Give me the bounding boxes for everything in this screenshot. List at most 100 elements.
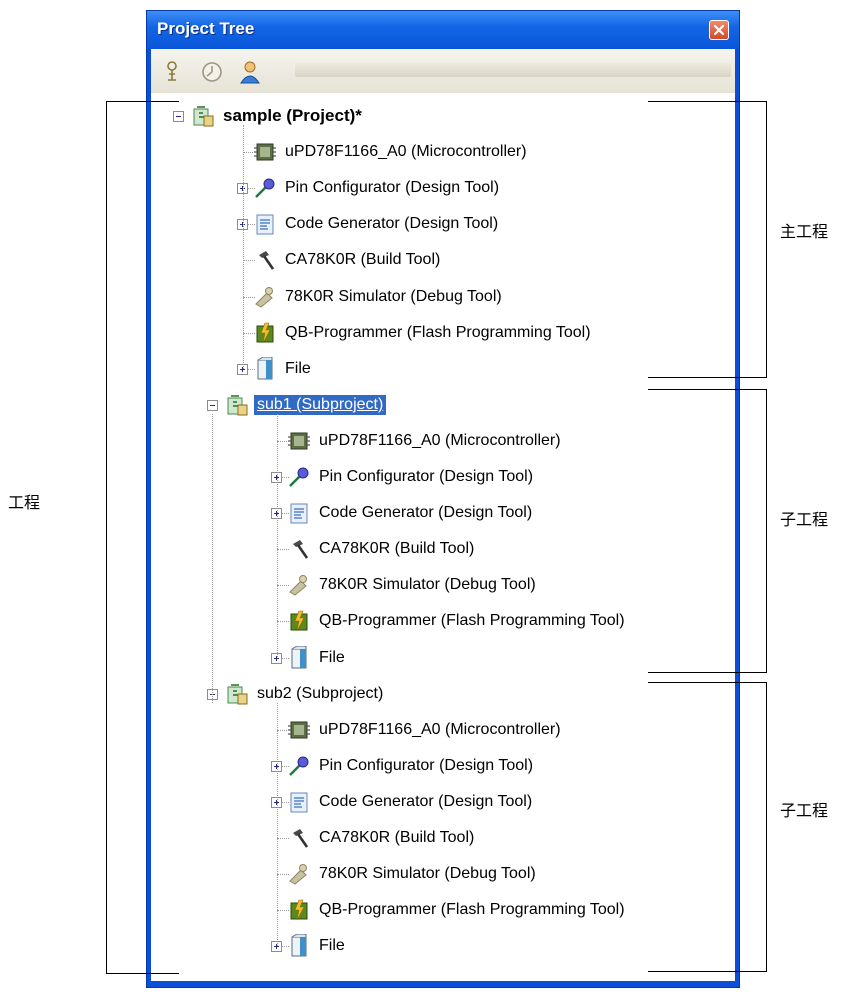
close-icon — [713, 24, 725, 36]
tree-connector — [243, 152, 255, 154]
tree-connector — [277, 729, 289, 731]
sub1-project-icon — [227, 394, 248, 416]
tree-node-label: Code Generator (Design Tool) — [319, 792, 533, 810]
code-icon — [256, 214, 274, 235]
tree-node-label: 78K0R Simulator (Debug Tool) — [319, 576, 536, 594]
tree-node-label: sub2 (Subproject) — [257, 684, 384, 702]
window-title: Project Tree — [157, 19, 255, 38]
main-project-chip-node[interactable]: uPD78F1166_A0 (Microcontroller) — [253, 137, 530, 167]
tree-node-label: QB-Programmer (Flash Programming Tool) — [319, 612, 625, 630]
sub2-code-node[interactable]: Code Generator (Design Tool) — [287, 787, 535, 817]
tree-node-sub2[interactable]: sub2 (Subproject) — [225, 679, 386, 709]
project-annotation: 工程 — [8, 493, 41, 512]
tree-connector — [243, 260, 255, 262]
sub2-pin-node[interactable]: Pin Configurator (Design Tool) — [287, 751, 536, 781]
toolbar — [151, 49, 735, 94]
tree-node-label: sample (Project)* — [223, 106, 362, 125]
toolbar-grip — [295, 63, 731, 77]
sub1-debug-node[interactable]: 78K0R Simulator (Debug Tool) — [287, 570, 539, 600]
tree-connector — [277, 702, 278, 947]
tree-node-label: File — [319, 648, 345, 666]
sub1-collapse-toggle[interactable] — [207, 399, 218, 411]
debug-icon — [255, 286, 273, 308]
tree-node-label: CA78K0R (Build Tool) — [285, 251, 441, 269]
sub1-file-node[interactable]: File — [287, 643, 348, 673]
tree-node-label: Pin Configurator (Design Tool) — [319, 468, 534, 485]
code-icon — [290, 792, 308, 813]
flash-icon — [290, 899, 308, 921]
hammer-icon — [293, 540, 309, 559]
chip-icon — [288, 432, 310, 450]
subproject-1-bracket — [648, 389, 767, 673]
sub1-pin-node[interactable]: Pin Configurator (Design Tool) — [287, 462, 536, 492]
tree-node-label: File — [285, 359, 311, 377]
tree-connector — [243, 332, 255, 334]
tree-connector — [243, 125, 244, 369]
tree-connector — [277, 910, 289, 912]
clock-icon[interactable] — [199, 59, 225, 85]
file-icon — [291, 934, 307, 957]
debug-icon — [289, 864, 307, 885]
tree-node-label: QB-Programmer (Flash Programming Tool) — [319, 901, 625, 919]
tree-node-label: CA78K0R (Build Tool) — [319, 540, 475, 558]
pin-icon — [289, 756, 309, 776]
sub2-file-node[interactable]: File — [287, 931, 348, 961]
close-button[interactable] — [709, 20, 729, 40]
main-project-bracket — [648, 101, 767, 378]
title-bar: Project Tree — [147, 11, 739, 49]
sub2-project-icon — [227, 683, 248, 705]
pin-icon — [289, 467, 309, 487]
tree-connector — [212, 413, 213, 703]
tree-node-label: uPD78F1166_A0 (Microcontroller) — [285, 143, 527, 161]
tree-connector — [277, 838, 289, 839]
subproject-2-bracket — [648, 682, 767, 972]
tree-connector — [277, 549, 289, 551]
tree-node-label: Code Generator (Design Tool) — [319, 504, 533, 522]
main-project-flash-node[interactable]: QB-Programmer (Flash Programming Tool) — [253, 318, 594, 348]
hammer-icon — [259, 251, 275, 271]
tree-node-main-project[interactable]: sample (Project)* — [191, 101, 365, 131]
tree-node-label: Pin Configurator (Design Tool) — [285, 179, 500, 197]
tree-node-label: 78K0R Simulator (Debug Tool) — [319, 865, 536, 883]
tree-connector — [243, 296, 255, 298]
tree-node-label: 78K0R Simulator (Debug Tool) — [285, 287, 502, 305]
debug-icon — [289, 575, 307, 596]
main-project-code-node[interactable]: Code Generator (Design Tool) — [253, 209, 501, 239]
code-icon — [290, 503, 308, 524]
sub1-hammer-node[interactable]: CA78K0R (Build Tool) — [287, 534, 477, 564]
main-project-pin-node[interactable]: Pin Configurator (Design Tool) — [253, 173, 502, 203]
sub2-debug-node[interactable]: 78K0R Simulator (Debug Tool) — [287, 859, 539, 889]
sub2-hammer-node[interactable]: CA78K0R (Build Tool) — [287, 823, 477, 853]
main-project-debug-node[interactable]: 78K0R Simulator (Debug Tool) — [253, 282, 505, 312]
sub1-chip-node[interactable]: uPD78F1166_A0 (Microcontroller) — [287, 426, 564, 456]
main-project-annotation: 主工程 — [780, 222, 829, 241]
chip-icon — [288, 721, 310, 739]
main-project-hammer-node[interactable]: CA78K0R (Build Tool) — [253, 245, 443, 275]
tree-node-label: CA78K0R (Build Tool) — [319, 829, 475, 846]
flash-icon — [256, 322, 274, 343]
main-project-file-node[interactable]: File — [253, 354, 314, 384]
sub1-code-node[interactable]: Code Generator (Design Tool) — [287, 498, 535, 528]
tree-connector — [277, 621, 289, 623]
main-project-project-icon — [193, 106, 214, 127]
tree-node-label: File — [319, 937, 345, 955]
subproject-2-annotation: 子工程 — [780, 801, 829, 820]
sub1-flash-node[interactable]: QB-Programmer (Flash Programming Tool) — [287, 606, 628, 636]
tree-connector — [277, 585, 289, 587]
tree-node-label: QB-Programmer (Flash Programming Tool) — [285, 323, 591, 341]
hammer-icon — [293, 829, 309, 848]
person-icon[interactable] — [237, 59, 263, 85]
flash-icon — [290, 611, 308, 632]
sub2-flash-node[interactable]: QB-Programmer (Flash Programming Tool) — [287, 895, 628, 925]
pin-icon[interactable] — [159, 59, 185, 85]
pin-icon — [255, 178, 275, 199]
file-icon — [291, 645, 307, 668]
project-bracket — [106, 101, 179, 974]
subproject-1-annotation: 子工程 — [780, 510, 829, 529]
tree-node-sub1[interactable]: sub1 (Subproject) — [225, 390, 387, 420]
tree-node-label: sub1 (Subproject) — [254, 394, 387, 415]
file-icon — [257, 356, 273, 380]
tree-node-label: Pin Configurator (Design Tool) — [319, 756, 534, 774]
tree-connector — [277, 440, 289, 442]
sub2-chip-node[interactable]: uPD78F1166_A0 (Microcontroller) — [287, 715, 564, 745]
